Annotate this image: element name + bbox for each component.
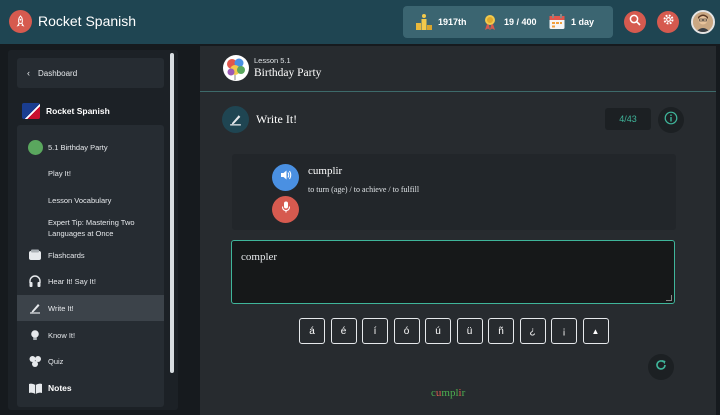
key-i-acute[interactable]: í bbox=[362, 318, 388, 344]
search-icon bbox=[629, 13, 641, 31]
sidebar-item-quiz[interactable]: Quiz bbox=[17, 351, 164, 371]
rank-value: 1917th bbox=[438, 17, 467, 27]
sidebar-item-label: Expert Tip: Mastering Two bbox=[48, 218, 135, 227]
correction-feedback: cumplir bbox=[431, 387, 465, 399]
key-n-tilde[interactable]: ñ bbox=[488, 318, 514, 344]
sidebar-item-label: 5.1 Birthday Party bbox=[48, 142, 108, 152]
sidebar-item-know-it[interactable]: Know It! bbox=[17, 325, 164, 345]
spanish-word: cumplir bbox=[308, 165, 343, 177]
accent-keyboard: á é í ó ú ü ñ ¿ ¡ ▲ bbox=[299, 318, 614, 344]
lesson-header bbox=[223, 55, 249, 81]
sidebar-item-lesson-vocabulary[interactable]: Lesson Vocabulary bbox=[17, 191, 164, 209]
course-title: Rocket Spanish bbox=[46, 106, 110, 116]
prompt-card bbox=[232, 154, 676, 230]
sidebar-item-label: Flashcards bbox=[48, 250, 85, 260]
sidebar-scrollbar[interactable] bbox=[170, 53, 174, 373]
sidebar-item-birthday-party[interactable]: 5.1 Birthday Party bbox=[17, 137, 164, 157]
streak-value: 1 day bbox=[571, 17, 595, 27]
feedback-part: mpl bbox=[441, 387, 459, 399]
key-a-acute[interactable]: á bbox=[299, 318, 325, 344]
dashboard-label: Dashboard bbox=[38, 68, 78, 78]
sidebar-item-label: Write It! bbox=[48, 303, 74, 313]
sidebar-item-flashcards[interactable]: Flashcards bbox=[17, 245, 164, 265]
sidebar-item-label: Know It! bbox=[48, 330, 76, 340]
key-e-acute[interactable]: é bbox=[330, 318, 357, 344]
course-heading[interactable]: Rocket Spanish bbox=[22, 103, 110, 119]
main-panel bbox=[200, 46, 716, 415]
badges-stat[interactable]: 19 / 400 bbox=[480, 10, 537, 34]
sidebar-item-label: Lesson Vocabulary bbox=[48, 195, 112, 205]
shift-key-caret-up-icon[interactable]: ▲ bbox=[582, 318, 609, 344]
write-it-icon bbox=[222, 106, 249, 133]
lesson-title: Birthday Party bbox=[254, 67, 322, 79]
word-translation: to turn (age) / to achieve / to fulfill bbox=[308, 185, 420, 194]
key-inverted-exclamation[interactable]: ¡ bbox=[551, 318, 577, 344]
progress-counter: 4/43 bbox=[605, 108, 651, 130]
podium-icon bbox=[414, 12, 434, 32]
chevron-left-icon: ‹ bbox=[27, 68, 30, 78]
sidebar-item-play-it[interactable]: Play It! bbox=[17, 164, 164, 182]
write-icon bbox=[27, 300, 43, 316]
lightbulb-icon bbox=[27, 327, 43, 343]
refresh-icon bbox=[654, 358, 668, 377]
record-button[interactable] bbox=[272, 196, 299, 223]
resize-handle[interactable] bbox=[666, 295, 672, 301]
course-flag-icon bbox=[22, 103, 40, 119]
info-icon bbox=[664, 111, 678, 130]
sidebar-item-label-line2: Languages at Once bbox=[48, 229, 114, 238]
lesson-menu: 5.1 Birthday Party Play It! Lesson Vocab… bbox=[17, 125, 164, 407]
user-avatar[interactable] bbox=[691, 10, 715, 34]
sidebar-item-label: Quiz bbox=[48, 356, 64, 366]
notes-icon bbox=[27, 380, 43, 396]
answer-input[interactable] bbox=[231, 240, 675, 304]
settings-button[interactable] bbox=[657, 11, 679, 33]
flashcards-icon bbox=[27, 247, 43, 263]
sidebar-item-notes[interactable]: Notes bbox=[17, 378, 164, 398]
dashboard-back-button[interactable]: ‹ Dashboard bbox=[17, 58, 164, 88]
play-audio-button[interactable] bbox=[272, 164, 299, 191]
key-o-acute[interactable]: ó bbox=[393, 318, 420, 344]
key-inverted-question[interactable]: ¿ bbox=[519, 318, 546, 344]
badges-value: 19 / 400 bbox=[504, 17, 537, 27]
headphones-icon bbox=[27, 273, 43, 289]
sidebar-item-label: Play It! bbox=[48, 168, 71, 178]
app-title[interactable]: Rocket Spanish bbox=[38, 13, 136, 29]
feedback-part: r bbox=[461, 387, 466, 399]
gear-icon bbox=[662, 13, 675, 31]
speaker-icon bbox=[279, 168, 293, 187]
stats-panel: 1917th 19 / 400 1 day bbox=[403, 6, 613, 38]
search-button[interactable] bbox=[624, 11, 646, 33]
lesson-number: Lesson 5.1 bbox=[254, 56, 291, 65]
quiz-icon bbox=[27, 353, 43, 369]
calendar-icon bbox=[547, 12, 567, 32]
sidebar-item-expert-tip[interactable]: Expert Tip: Mastering Two Languages at O… bbox=[17, 214, 164, 240]
sidebar-item-write-it[interactable]: Write It! bbox=[17, 295, 164, 321]
sidebar-item-hear-it-say-it[interactable]: Hear It! Say It! bbox=[17, 271, 164, 291]
rank-stat[interactable]: 1917th bbox=[414, 10, 467, 34]
sidebar-item-label: Hear It! Say It! bbox=[48, 276, 96, 286]
info-button[interactable] bbox=[658, 107, 684, 133]
activity-title: Write It! bbox=[256, 112, 298, 126]
rocket-logo-icon[interactable] bbox=[9, 10, 32, 33]
microphone-icon bbox=[279, 200, 293, 219]
balloons-icon bbox=[223, 55, 249, 81]
header-divider bbox=[200, 91, 716, 92]
key-u-umlaut[interactable]: ü bbox=[456, 318, 483, 344]
key-u-acute[interactable]: ú bbox=[425, 318, 451, 344]
retry-button[interactable] bbox=[648, 354, 674, 380]
sidebar-item-label: Notes bbox=[48, 383, 72, 393]
streak-stat[interactable]: 1 day bbox=[547, 10, 594, 34]
progress-dot-icon bbox=[27, 139, 43, 155]
medal-icon bbox=[480, 12, 500, 32]
